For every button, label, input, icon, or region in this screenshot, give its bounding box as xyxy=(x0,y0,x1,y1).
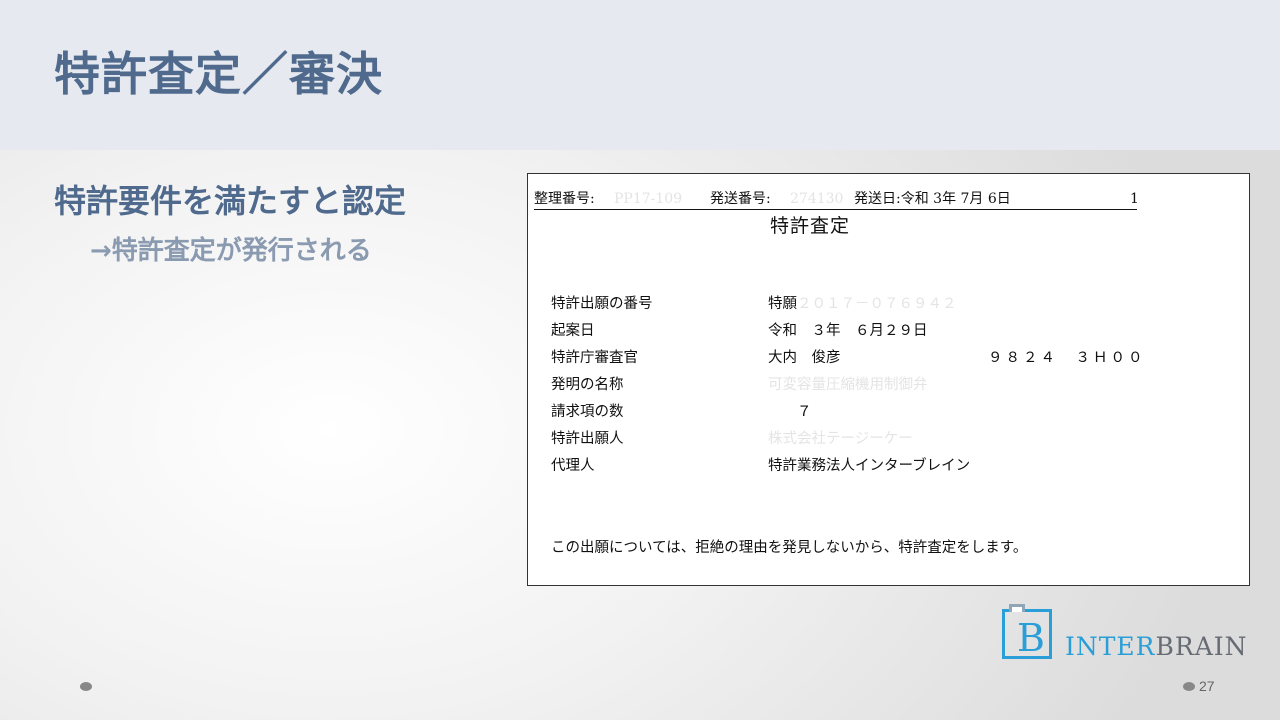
examiner-code: ９８２４ ３Ｈ００ xyxy=(988,350,1146,366)
row-value: 大内 俊彦 xyxy=(768,350,841,366)
main-bullet: 特許要件を満たすと認定 xyxy=(54,182,407,220)
ref-number-value: PP17-109 xyxy=(614,191,683,207)
row-value: 令和 ３年 ６月２９日 xyxy=(768,323,928,339)
document-row-draft-date: 起案日 令和 ３年 ６月２９日 xyxy=(551,321,1171,341)
logo-tab xyxy=(1009,604,1025,612)
row-label: 特許出願人 xyxy=(551,431,624,447)
send-number-value: 274130 xyxy=(790,191,844,207)
logo-letter: B xyxy=(1017,616,1045,660)
document-row-claims: 請求項の数 ７ xyxy=(551,402,1171,422)
document-header: 整理番号: PP17-109 発送番号: 274130 発送日:令和 3年 7月… xyxy=(534,190,1139,210)
patent-decision-document: 整理番号: PP17-109 発送番号: 274130 発送日:令和 3年 7月… xyxy=(527,173,1250,586)
decision-statement: この出願については、拒絶の理由を発見しないから、特許査定をします。 xyxy=(551,540,1028,556)
row-label: 特許出願の番号 xyxy=(551,296,653,312)
interbrain-logo: B INTERBRAIN xyxy=(1001,604,1263,666)
row-value: ７ xyxy=(768,404,812,420)
send-date: 発送日:令和 3年 7月 6日 xyxy=(854,191,1011,207)
slide-title: 特許査定／審決 xyxy=(54,47,383,101)
row-value: 特願２０１７－０７６９４２ xyxy=(768,296,957,312)
document-title: 特許査定 xyxy=(770,215,851,237)
document-row-invention-title: 発明の名称 可変容量圧縮機用制御弁 xyxy=(551,375,1171,395)
ref-number-label: 整理番号: xyxy=(534,191,595,207)
document-row-agent: 代理人 特許業務法人インターブレイン xyxy=(551,456,1171,476)
document-row-examiner: 特許庁審査官 大内 俊彦 ９８２４ ３Ｈ００ xyxy=(551,348,1171,368)
slide-page-number: 27 xyxy=(1199,678,1215,694)
row-label: 発明の名称 xyxy=(551,377,624,393)
logo-wordmark: INTERBRAIN xyxy=(1065,632,1248,661)
document-row-application-number: 特許出願の番号 特願２０１７－０７６９４２ xyxy=(551,294,1171,314)
row-label: 代理人 xyxy=(551,458,595,474)
logo-mark: B xyxy=(1002,609,1052,660)
footer-dot-right xyxy=(1183,682,1195,691)
row-value: 株式会社テージーケー xyxy=(768,431,913,447)
row-label: 特許庁審査官 xyxy=(551,350,638,366)
row-label: 請求項の数 xyxy=(551,404,624,420)
sub-bullet: →特許査定が発行される xyxy=(90,236,372,266)
footer-dot-left xyxy=(80,682,92,691)
row-value: 可変容量圧縮機用制御弁 xyxy=(768,377,928,393)
row-value: 特許業務法人インターブレイン xyxy=(768,458,971,474)
document-page-number: 1 xyxy=(1130,191,1139,207)
document-row-applicant: 特許出願人 株式会社テージーケー xyxy=(551,429,1171,449)
row-label: 起案日 xyxy=(551,323,595,339)
send-number-label: 発送番号: xyxy=(710,191,771,207)
